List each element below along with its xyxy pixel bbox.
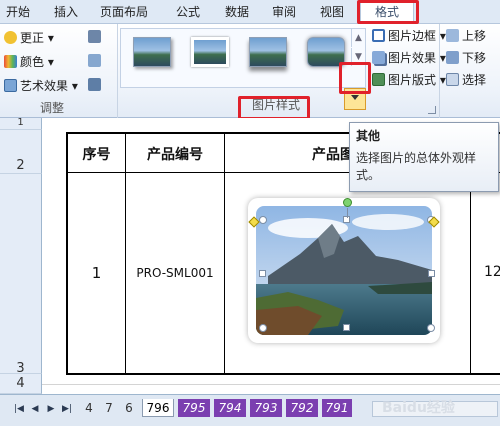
adjust-group: 更正 ▾ 颜色 ▾ 艺术效果 ▾ 调整	[0, 24, 118, 118]
picture-layout-icon	[372, 73, 385, 86]
art-effects-icon	[4, 79, 17, 92]
tab-review[interactable]: 审阅	[272, 3, 296, 21]
picture-border-label: 图片边框	[388, 29, 437, 43]
resize-handle[interactable]	[259, 270, 266, 277]
send-backward-label: 下移	[462, 51, 487, 65]
ribbon: 更正 ▾ 颜色 ▾ 艺术效果 ▾ 调整 ▲ ▼ 图片边框 ▾ 图片效果 ▾ 图片…	[0, 24, 500, 120]
picture-styles-group-label: 图片样式	[252, 98, 301, 112]
picture-styles-gallery[interactable]: ▲ ▼	[120, 28, 366, 88]
gallery-scroll-up-button[interactable]: ▲	[351, 29, 365, 47]
tab-view[interactable]: 视图	[320, 3, 344, 21]
color-label: 颜色	[20, 55, 45, 69]
style-thumbnail[interactable]	[191, 37, 229, 67]
bring-forward-label: 上移	[462, 29, 487, 43]
sheet-tab-active[interactable]: 796	[142, 399, 174, 417]
table-divider	[224, 132, 225, 375]
menu-bar: 开始 插入 页面布局 公式 数据 审阅 视图 格式	[0, 0, 500, 25]
header-index[interactable]: 序号	[68, 144, 125, 164]
selection-pane-button[interactable]: 选择	[446, 72, 486, 88]
sheet-tab[interactable]: 794	[214, 399, 246, 417]
sheet-tab[interactable]: 6	[120, 399, 138, 417]
sheet-tab[interactable]: 792	[286, 399, 318, 417]
style-thumbnail[interactable]	[249, 37, 287, 67]
picture-effects-icon	[372, 51, 385, 64]
row-header-1[interactable]: 1	[0, 118, 42, 130]
tooltip-description: 选择图片的总体外观样式。	[356, 151, 477, 182]
prev-sheet-icon[interactable]: ◀	[30, 403, 40, 415]
header-product-code[interactable]: 产品编号	[126, 144, 224, 164]
style-thumbnail[interactable]	[133, 37, 171, 67]
tab-page-layout[interactable]: 页面布局	[100, 3, 148, 21]
sheet-tab[interactable]: 791	[322, 399, 352, 417]
row-header-2[interactable]: 2	[0, 130, 42, 174]
picture-border-button[interactable]: 图片边框 ▾	[372, 28, 446, 44]
sun-icon	[4, 31, 17, 44]
more-button-highlight	[339, 62, 371, 94]
row-header-4[interactable]: 4	[0, 374, 42, 394]
resize-handle[interactable]	[343, 324, 350, 331]
selection-pane-icon	[446, 73, 459, 86]
rotate-handle-stem	[347, 208, 348, 218]
gridline	[42, 384, 500, 385]
picture-effects-label: 图片效果	[388, 51, 437, 65]
sheet-tab-bar: |◀ ◀ ▶ ▶| 4 7 6 796 795 794 793 792 791 …	[0, 394, 500, 426]
tab-formulas[interactable]: 公式	[176, 3, 200, 21]
sheet-tab[interactable]: 793	[250, 399, 282, 417]
change-picture-icon[interactable]	[88, 54, 101, 67]
last-sheet-icon[interactable]: ▶|	[62, 403, 72, 415]
row-header-3[interactable]: 3	[0, 174, 42, 376]
resize-handle[interactable]	[259, 324, 267, 332]
resize-handle[interactable]	[428, 270, 435, 277]
compress-picture-icon[interactable]	[88, 30, 101, 43]
cell-partial-value[interactable]: 12	[484, 264, 500, 280]
rotate-handle[interactable]	[343, 198, 352, 207]
selection-pane-label: 选择	[462, 73, 487, 87]
adjust-group-label: 调整	[40, 101, 65, 115]
tab-home[interactable]: 开始	[6, 3, 30, 21]
corrections-button[interactable]: 更正 ▾	[4, 30, 54, 46]
table-border-left	[66, 132, 68, 375]
send-backward-button[interactable]: 下移	[446, 50, 486, 66]
picture-border-icon	[372, 29, 385, 42]
bring-forward-button[interactable]: 上移	[446, 28, 486, 44]
resize-handle[interactable]	[427, 324, 435, 332]
sheet-tab[interactable]: 7	[100, 399, 118, 417]
resize-handle[interactable]	[259, 216, 267, 224]
sheet-tab[interactable]: 4	[80, 399, 98, 417]
first-sheet-icon[interactable]: |◀	[14, 403, 24, 415]
picture-layout-button[interactable]: 图片版式 ▾	[372, 72, 446, 88]
picture-layout-label: 图片版式	[388, 73, 437, 87]
next-sheet-icon[interactable]: ▶	[46, 403, 56, 415]
send-backward-icon	[446, 51, 459, 64]
corrections-label: 更正	[20, 31, 45, 45]
picture-styles-dialog-launcher[interactable]	[428, 106, 436, 114]
reset-picture-icon[interactable]	[88, 78, 101, 91]
artistic-effects-label: 艺术效果	[20, 79, 69, 93]
picture-effects-button[interactable]: 图片效果 ▾	[372, 50, 446, 66]
format-tab-highlight	[357, 0, 419, 24]
tab-data[interactable]: 数据	[225, 3, 249, 21]
table-border-bottom	[66, 373, 500, 375]
palette-icon	[4, 55, 17, 68]
cell-index[interactable]: 1	[68, 264, 125, 282]
tab-insert[interactable]: 插入	[54, 3, 78, 21]
table-divider	[125, 132, 126, 375]
artistic-effects-button[interactable]: 艺术效果 ▾	[4, 78, 78, 94]
tooltip-title: 其他	[356, 129, 381, 143]
watermark: Baidu经验	[382, 400, 455, 416]
color-button[interactable]: 颜色 ▾	[4, 54, 54, 70]
more-styles-tooltip: 其他 选择图片的总体外观样式。	[349, 122, 499, 192]
sheet-tab[interactable]: 795	[178, 399, 210, 417]
bring-forward-icon	[446, 29, 459, 42]
cell-product-code[interactable]: PRO-SML001	[126, 266, 224, 280]
